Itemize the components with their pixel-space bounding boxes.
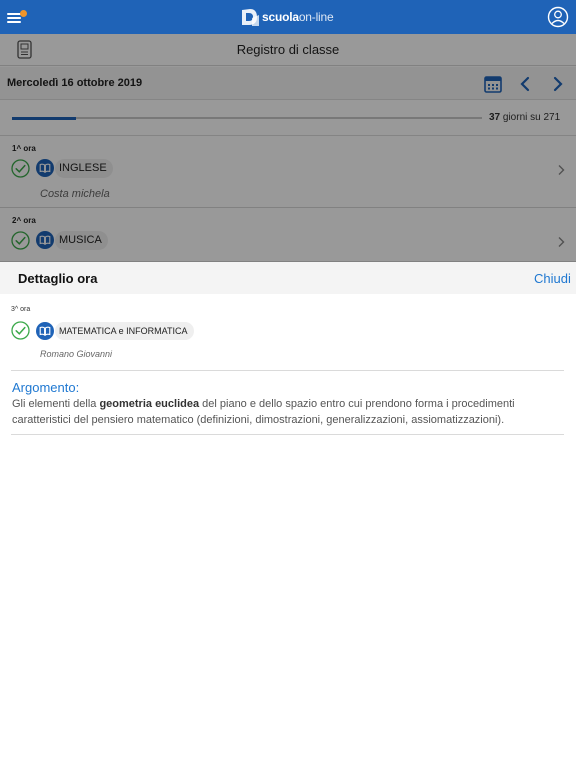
- modal-backdrop[interactable]: [0, 34, 576, 262]
- subject-name: MATEMATICA e INFORMATICA: [55, 322, 194, 340]
- divider: [11, 434, 564, 435]
- register-background: Registro di classe Mercoledì 16 ottobre …: [0, 34, 576, 262]
- hour-label: 3^ ora: [11, 306, 31, 313]
- divider: [11, 370, 564, 371]
- topic-text-start: Gli elementi della: [12, 398, 100, 410]
- topic-text-bold: geometria euclidea: [99, 398, 200, 410]
- hamburger-menu-icon[interactable]: [7, 9, 27, 25]
- sheet-header: Dettaglio ora Chiudi: [0, 262, 576, 294]
- hour-detail-sheet: Dettaglio ora Chiudi 3^ ora MATEMATICA e…: [0, 262, 576, 768]
- logo-text-light: on-line: [298, 10, 334, 24]
- user-profile-icon[interactable]: [547, 6, 569, 28]
- logo-text-bold: scuola: [262, 10, 299, 24]
- sheet-title: Dettaglio ora: [18, 271, 98, 286]
- app-top-bar: scuolaon-line: [0, 0, 576, 34]
- close-button[interactable]: Chiudi: [534, 271, 571, 286]
- teacher-name: Romano Giovanni: [40, 349, 113, 359]
- topic-text: Gli elementi della geometria euclidea de…: [12, 396, 564, 428]
- check-circle-icon: [11, 321, 30, 340]
- book-icon: [36, 322, 54, 340]
- scuolaonline-logo: scuolaon-line: [239, 6, 334, 28]
- topic-heading: Argomento:: [12, 380, 80, 395]
- logo-mark-icon: [242, 9, 259, 26]
- notification-dot: [20, 10, 27, 17]
